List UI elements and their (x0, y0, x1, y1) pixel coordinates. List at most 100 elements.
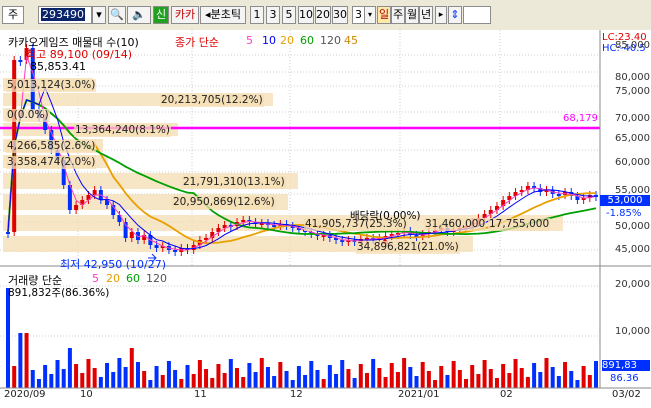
profile-label-5: 4,266,585(2.6%) (6, 140, 97, 153)
volume-bar (272, 376, 277, 388)
x-label-12: 12 (290, 389, 303, 400)
volume-bar (426, 371, 431, 388)
profile-label-1: 5,013,124(3.0%) (6, 79, 97, 92)
volume-bar (80, 373, 85, 388)
last-change-label: -1.85% (606, 208, 642, 219)
volume-bar (451, 361, 456, 388)
volume-bar (49, 374, 54, 388)
unit-week-button[interactable]: 주 (391, 6, 405, 24)
updown-button[interactable]: ⇕ (448, 6, 462, 24)
volume-bar (327, 365, 332, 388)
stock-code-input[interactable]: 293490 (38, 6, 92, 24)
chart-panel: 카카오게임즈 매물대 수(10) 종가 단순 5 10 20 60 120 45… (0, 30, 651, 408)
volume-bar (321, 379, 326, 388)
unit-day-button[interactable]: 일 (377, 6, 391, 24)
profile-label-7: 21,791,310(13.1%) (182, 176, 286, 189)
kakao-label: 카카 (174, 8, 196, 21)
volume-bar (470, 365, 475, 388)
unit-label: 주 (392, 8, 404, 21)
period-1-button[interactable]: 1 (250, 6, 264, 24)
tick-type-button[interactable]: ◂분초틱 (200, 6, 246, 24)
code-dropdown-button[interactable]: ▾ (92, 6, 106, 24)
period-5-button[interactable]: 5 (282, 6, 296, 24)
volume-bar (191, 374, 196, 388)
profile-label-8: 20,950,869(12.6%) (172, 196, 276, 209)
volume-bar (36, 379, 41, 388)
volume-bar (253, 372, 258, 388)
volume-bar (135, 362, 140, 388)
kakao-button[interactable]: 카카 (171, 6, 199, 24)
volume-bar (142, 371, 147, 388)
reference-line-label: 68,179 (563, 113, 598, 124)
ma60-legend: 60 (300, 34, 314, 47)
volume-bar (513, 359, 518, 388)
vol-ma120-legend: 120 (146, 272, 167, 285)
volume-bar (111, 372, 116, 388)
y-tick-70000: 70,000 (615, 113, 650, 124)
extra-input[interactable] (463, 6, 491, 24)
price-85853-label: 85,853.41 (30, 60, 86, 73)
volume-bar (278, 362, 283, 388)
volume-bar (173, 370, 178, 388)
vol-tick-10000: 10,000 (615, 326, 650, 337)
volume-bar (123, 367, 128, 388)
y-tick-65000: 65,000 (615, 133, 650, 144)
ma120-legend: 120 (320, 34, 341, 47)
count-dropdown-button[interactable]: ▾ (364, 6, 376, 24)
volume-bar (303, 375, 308, 388)
volume-bar (228, 359, 233, 388)
unit-month-button[interactable]: 월 (405, 6, 419, 24)
volume-bar (402, 358, 407, 388)
volume-bar (222, 373, 227, 388)
new-button[interactable]: 신 (153, 6, 169, 24)
period-30-button[interactable]: 30 (332, 6, 348, 24)
volume-bar (265, 367, 270, 388)
period-20-button[interactable]: 20 (315, 6, 331, 24)
volume-bar (550, 367, 555, 388)
profile-label-6: 3,358,474(2.0%) (6, 156, 97, 169)
volume-bar (334, 374, 339, 388)
volume-bar (352, 378, 357, 388)
candle-body (556, 194, 561, 196)
x-label-2020-09: 2020/09 (4, 389, 46, 400)
volume-bar (284, 371, 289, 388)
profile-label-2: 20,213,705(12.2%) (160, 94, 264, 107)
ma10-legend: 10 (262, 34, 276, 47)
volume-bar (569, 371, 574, 388)
period-10-button[interactable]: 10 (298, 6, 314, 24)
volume-bar (74, 364, 79, 388)
volume-bar (259, 358, 264, 388)
volume-bar (67, 348, 72, 388)
search-button[interactable]: 🔍 (108, 6, 126, 24)
volume-bar (92, 368, 97, 388)
profile-label-3: 0(0.0%) (6, 109, 50, 122)
x-label-2021-01: 2021/01 (398, 389, 440, 400)
volume-bar (482, 360, 487, 388)
unit-year-button[interactable]: 년 (419, 6, 433, 24)
volume-bar (358, 364, 363, 388)
candle-body (6, 232, 10, 234)
y-tick-50000: 50,000 (615, 221, 650, 232)
volume-bar (6, 288, 10, 388)
period-label: 30 (333, 8, 347, 21)
volume-bar (519, 368, 524, 388)
period-3-button[interactable]: 3 (266, 6, 280, 24)
volume-bar (488, 369, 493, 388)
candle-body (154, 245, 159, 248)
volume-bar (594, 361, 598, 388)
volume-bar (296, 366, 301, 388)
market-select[interactable]: 주 (2, 6, 24, 24)
volume-bar (43, 365, 48, 388)
volume-bar (377, 368, 382, 388)
volume-bar (290, 380, 295, 388)
ma45-legend: 45 (344, 34, 358, 47)
sound-button[interactable]: 🔈 (127, 6, 151, 24)
candle-body (129, 232, 134, 238)
search-icon: 🔍 (110, 8, 124, 21)
profile-label-11: 17,755,000 (488, 218, 551, 231)
x-label-10: 10 (80, 389, 93, 400)
more-button[interactable]: ▸ (435, 6, 447, 24)
volume-bar (395, 372, 400, 388)
triangle-right-icon: ▸ (438, 10, 444, 20)
volume-bar (439, 366, 444, 388)
